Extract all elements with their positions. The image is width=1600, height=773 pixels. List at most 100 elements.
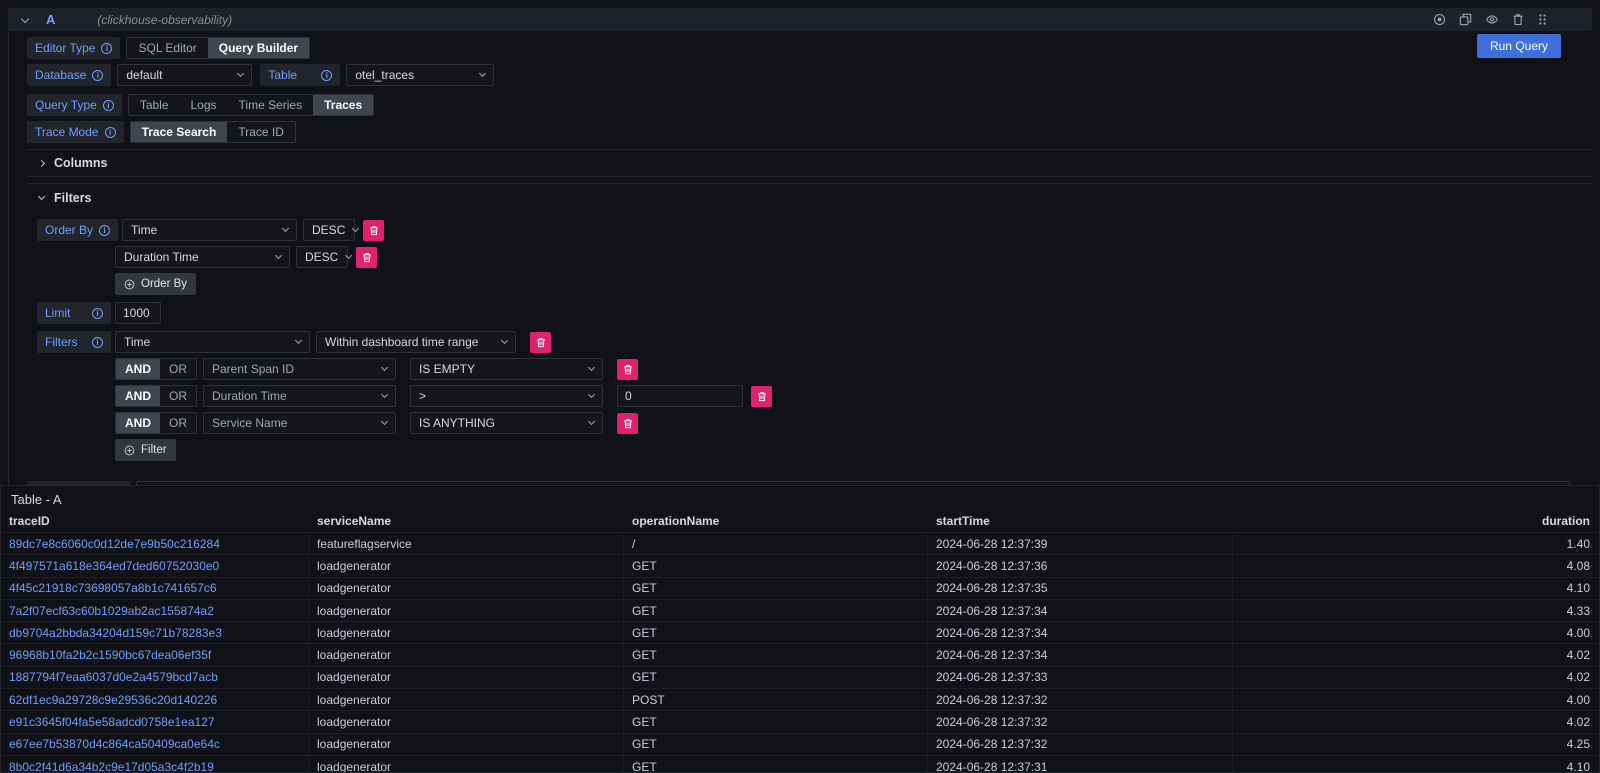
cell-start-time: 2024-06-28 12:37:31 [928,756,1233,773]
filter-field-select[interactable]: Service Name [203,412,396,434]
column-header-operation-name[interactable]: operationName [624,510,928,532]
order-by-direction-select[interactable]: DESC [296,246,348,268]
cell-operation-name: GET [624,622,928,643]
chevron-down-icon [381,364,388,371]
remove-filter-button[interactable] [617,359,638,380]
info-icon: i [92,337,103,348]
trace-mode-label: Trace Modei [27,121,124,143]
cell-operation-name: POST [624,689,928,710]
cell-service-name: loadgenerator [309,555,624,576]
cell-operation-name: / [624,533,928,554]
query-type-logs[interactable]: Logs [180,95,228,115]
cell-duration: 1.40 [1233,533,1599,554]
order-by-field-select[interactable]: Time [122,219,297,241]
trace-id-link[interactable]: 62df1ec9a29728c9e29536c20d140226 [9,693,217,707]
trace-mode-trace-search[interactable]: Trace Search [131,122,228,142]
query-type-time-series[interactable]: Time Series [228,95,314,115]
remove-filter-button[interactable] [617,413,638,434]
trace-id-link[interactable]: e67ee7b53870d4c864ca50409ca0e64c [9,737,220,751]
limit-input[interactable] [115,302,161,324]
remove-filter-button[interactable] [530,332,551,353]
chevron-down-icon [345,252,352,259]
info-icon: i [103,100,114,111]
table-label: Tablei [260,64,340,86]
trace-id-link[interactable]: 8b0c2f41d6a34b2c9e17d05a3c4f2b19 [9,760,214,773]
filter-field-select[interactable]: Duration Time [203,385,396,407]
add-filter-button[interactable]: Filter [115,439,176,461]
filter-value-input[interactable] [617,385,743,407]
trace-id-link[interactable]: 7a2f07ecf63c60b1029ab2ac155874a2 [9,604,214,618]
trace-mode-toggle: Trace Search Trace ID [130,121,296,143]
trace-id-link[interactable]: db9704a2bbda34204d159c71b78283e3 [9,626,222,640]
trace-id-link[interactable]: 4f45c21918c73698057a8b1c741657c6 [9,581,217,595]
eye-icon[interactable] [1485,13,1499,26]
add-order-by-button[interactable]: Order By [115,273,196,295]
conjunction-and[interactable]: AND [116,386,160,406]
query-type-table[interactable]: Table [129,95,180,115]
filters-section-content: Order Byi Time DESC Duration Time DES [27,211,1592,471]
filters-label: Filtersi [37,331,111,353]
conjunction-or[interactable]: OR [160,359,196,379]
conjunction-and[interactable]: AND [116,413,160,433]
conjunction-or[interactable]: OR [160,413,196,433]
conjunction-toggle: AND OR [115,358,197,380]
limit-label: Limiti [37,302,111,324]
filter-operator-select[interactable]: Within dashboard time range [316,331,516,353]
trace-id-link[interactable]: 1887794f7eaa6037d0e2a4579bcd7acb [9,670,218,684]
trash-icon[interactable] [1512,13,1524,26]
cell-duration: 4.00 [1233,689,1599,710]
filter-operator-select[interactable]: IS ANYTHING [410,412,603,434]
chevron-down-icon [275,252,282,259]
remove-order-by-button[interactable] [363,220,384,241]
column-header-service-name[interactable]: serviceName [309,510,624,532]
trace-mode-trace-id[interactable]: Trace ID [227,122,295,142]
chevron-down-icon [381,418,388,425]
table-row: 4f497571a618e364ed7ded60752030e0 loadgen… [1,554,1599,576]
chevron-down-icon[interactable] [21,14,29,22]
editor-type-toggle: SQL Editor Query Builder [126,37,310,59]
cell-service-name: loadgenerator [309,689,624,710]
duplicate-icon[interactable] [1459,13,1472,26]
filter-field-select[interactable]: Time [115,331,310,353]
run-query-button[interactable]: Run Query [1477,34,1561,58]
order-by-field-select[interactable]: Duration Time [115,246,290,268]
chevron-down-icon [295,337,302,344]
editor-type-label: Editor Typei [27,37,120,59]
filters-section-toggle[interactable]: Filters [27,183,1592,211]
query-row-header[interactable]: A (clickhouse-observability) [8,8,1592,31]
table-select[interactable]: otel_traces [346,64,494,86]
cell-start-time: 2024-06-28 12:37:39 [928,533,1233,554]
cell-start-time: 2024-06-28 12:37:34 [928,600,1233,621]
chevron-down-icon [479,70,486,77]
column-header-trace-id[interactable]: traceID [1,510,309,532]
filter-operator-select[interactable]: IS EMPTY [410,358,603,380]
database-label: Databasei [27,64,111,86]
column-header-start-time[interactable]: startTime [928,510,1233,532]
filter-operator-select[interactable]: > [410,385,603,407]
database-select[interactable]: default [117,64,252,86]
remove-filter-button[interactable] [751,386,772,407]
record-icon[interactable] [1433,13,1446,26]
filter-field-select[interactable]: Parent Span ID [203,358,396,380]
drag-handle-icon[interactable] [1537,13,1548,26]
conjunction-and[interactable]: AND [116,359,160,379]
remove-order-by-button[interactable] [356,247,377,268]
query-type-label: Query Typei [27,94,122,116]
trace-id-link[interactable]: 4f497571a618e364ed7ded60752030e0 [9,559,219,573]
conjunction-or[interactable]: OR [160,386,196,406]
trace-id-link[interactable]: 96968b10fa2b2c1590bc67dea06ef35f [9,648,211,662]
query-type-traces[interactable]: Traces [313,95,373,115]
table-row: 1887794f7eaa6037d0e2a4579bcd7acb loadgen… [1,666,1599,688]
chevron-down-icon [282,225,289,232]
columns-section-toggle[interactable]: Columns [27,149,1592,177]
editor-type-sql-editor[interactable]: SQL Editor [127,38,207,58]
trace-id-link[interactable]: 89dc7e8c6060c0d12de7e9b50c216284 [9,537,220,551]
cell-service-name: loadgenerator [309,578,624,599]
editor-type-query-builder[interactable]: Query Builder [208,38,309,58]
cell-start-time: 2024-06-28 12:37:34 [928,622,1233,643]
column-header-duration[interactable]: duration [1233,510,1599,532]
trace-id-link[interactable]: e91c3645f04fa5e58adcd0758e1ea127 [9,715,215,729]
order-by-direction-select[interactable]: DESC [303,219,355,241]
chevron-down-icon [381,391,388,398]
info-icon: i [105,127,116,138]
